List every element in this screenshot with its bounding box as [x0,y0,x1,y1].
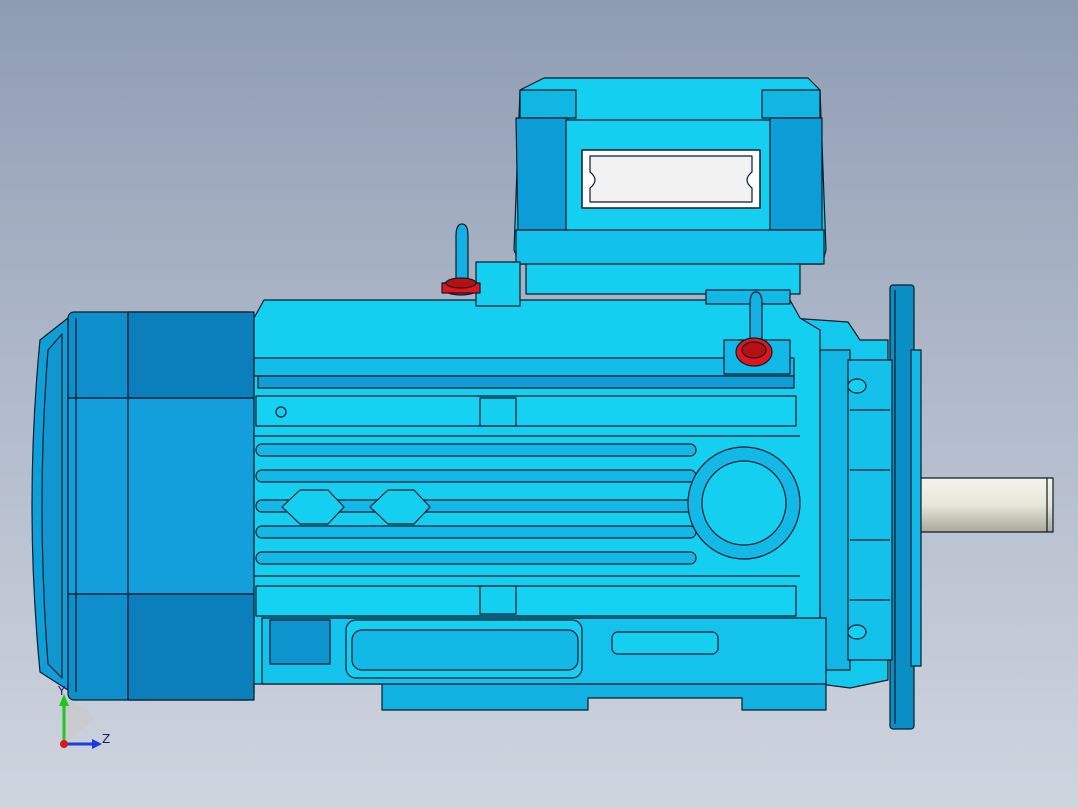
triad-z-label: Z [102,732,111,746]
triad-y-label: Y [58,684,66,698]
mounting-flange [889,284,922,730]
fan-cover [31,311,255,701]
coordinate-triad: Y Z [44,680,124,760]
cad-3d-viewport[interactable]: Y Z [0,0,1078,808]
triad-axes [59,694,102,749]
lifting-eye-left [441,223,481,296]
terminal-box [475,77,827,307]
output-shaft [904,477,1054,533]
motor-feet [261,617,827,711]
motor-3d-model[interactable] [0,0,1078,808]
